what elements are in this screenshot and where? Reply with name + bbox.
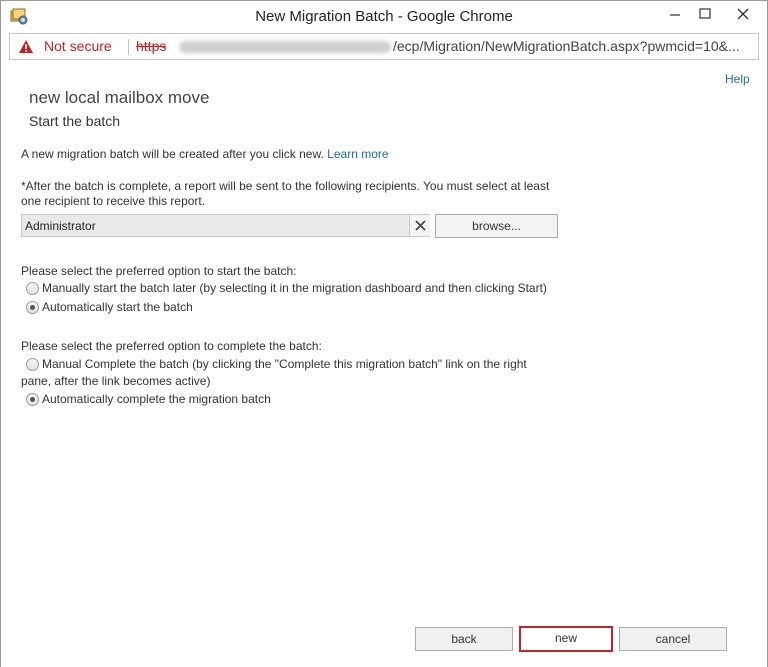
complete-manual-label-line1[interactable]: Manual Complete the batch (by clicking t… (42, 357, 527, 372)
dialog-content: Help new local mailbox move Start the ba… (1, 61, 767, 667)
page-title: new local mailbox move (29, 88, 210, 107)
close-icon[interactable] (410, 215, 431, 236)
report-text-line2: one recipient to receive this report. (21, 194, 206, 208)
close-icon[interactable] (720, 1, 766, 27)
browser-window: New Migration Batch - Google Chrome Not … (0, 0, 768, 667)
start-automatic-radio[interactable] (26, 301, 39, 314)
maximize-icon[interactable] (690, 1, 720, 27)
back-button[interactable]: back (415, 627, 513, 651)
browse-button[interactable]: browse... (435, 214, 558, 238)
intro-text: A new migration batch will be created af… (21, 147, 389, 162)
learn-more-link[interactable]: Learn more (327, 147, 388, 161)
address-separator (128, 39, 129, 55)
help-link[interactable]: Help (725, 72, 750, 86)
url-path[interactable]: /ecp/Migration/NewMigrationBatch.aspx?pw… (393, 34, 740, 59)
report-text-line1: *After the batch is complete, a report w… (21, 179, 550, 193)
complete-manual-radio[interactable] (26, 358, 39, 371)
minimize-icon[interactable] (660, 1, 690, 27)
start-manual-radio[interactable] (26, 282, 39, 295)
warning-icon[interactable] (18, 39, 34, 54)
address-bar[interactable]: Not secure https /ecp/Migration/NewMigra… (9, 33, 759, 60)
complete-manual-label-line2[interactable]: pane, after the link becomes active) (21, 374, 210, 389)
page-subtitle: Start the batch (29, 113, 121, 129)
recipient-value: Administrator (25, 219, 96, 233)
window-title: New Migration Batch - Google Chrome (255, 8, 513, 25)
url-scheme[interactable]: https (136, 34, 166, 59)
not-secure-label[interactable]: Not secure (44, 34, 112, 59)
title-bar: New Migration Batch - Google Chrome (1, 1, 767, 32)
clear-recipient-button[interactable] (409, 215, 430, 236)
intro-sentence: A new migration batch will be created af… (21, 147, 324, 161)
cancel-button[interactable]: cancel (619, 627, 727, 651)
start-manual-label[interactable]: Manually start the batch later (by selec… (42, 281, 547, 296)
new-button[interactable]: new (519, 626, 613, 652)
start-automatic-label[interactable]: Automatically start the batch (42, 300, 193, 315)
complete-automatic-radio[interactable] (26, 393, 39, 406)
complete-prompt: Please select the preferred option to co… (21, 339, 322, 353)
recipient-field[interactable]: Administrator (21, 214, 430, 237)
complete-automatic-label[interactable]: Automatically complete the migration bat… (42, 392, 271, 407)
start-prompt: Please select the preferred option to st… (21, 264, 297, 278)
url-host-redacted (179, 41, 391, 53)
